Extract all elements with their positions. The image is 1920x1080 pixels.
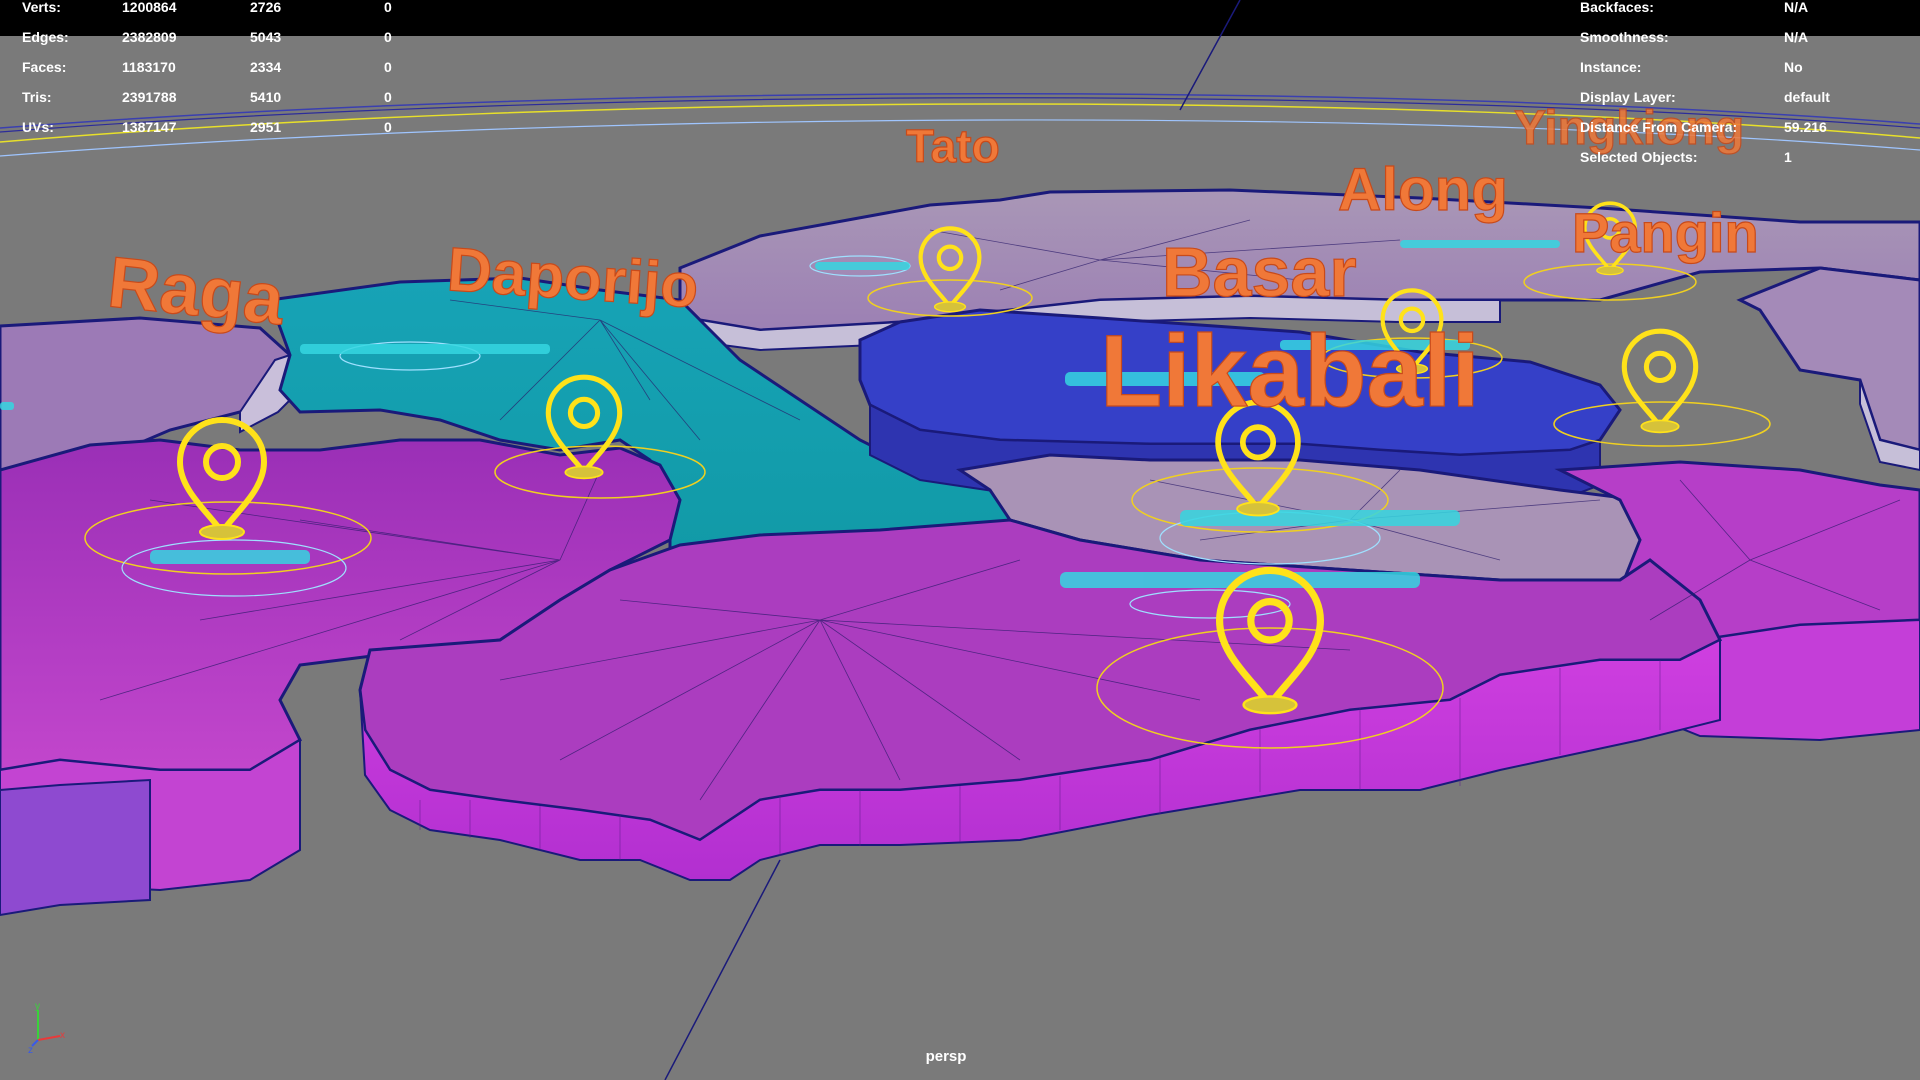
- hud-stat-value: 0: [384, 119, 392, 135]
- hud-stat-row: UVs: 1387147 2951 0: [22, 112, 444, 142]
- hud-info-label: Selected Objects:: [1580, 149, 1698, 165]
- hud-info-value: No: [1784, 59, 1803, 75]
- place-label: Basar: [1162, 233, 1357, 311]
- hud-stat-row: Edges: 2382809 5043 0: [22, 22, 444, 52]
- hud-info-value: 59.216: [1784, 119, 1827, 135]
- hud-info-row: Smoothness: N/A: [1580, 22, 1904, 52]
- hud-stat-row: Verts: 1200864 2726 0: [22, 0, 444, 22]
- hud-stat-value: 2726: [250, 0, 282, 15]
- hud-stat-label: Tris:: [22, 89, 52, 105]
- hud-stat-label: UVs:: [22, 119, 54, 135]
- maya-viewport[interactable]: Tato Yingkiong Along Raga Daporijo Basar…: [0, 0, 1920, 1080]
- hud-stat-value: 2391788: [122, 89, 177, 105]
- hud-info-row: Backfaces: N/A: [1580, 0, 1904, 22]
- hud-object-details: Backfaces: N/A Smoothness: N/A Instance: No Di…: [1580, 0, 1904, 172]
- hud-info-label: Smoothness:: [1580, 29, 1669, 45]
- place-label: Pangin: [1572, 201, 1759, 264]
- hud-stat-value: 1183170: [122, 59, 176, 75]
- hud-stat-value: 5043: [250, 29, 282, 45]
- hud-stat-value: 1387147: [122, 119, 177, 135]
- hud-stat-value: 2382809: [122, 29, 177, 45]
- place-label: Likabali: [1100, 314, 1480, 428]
- svg-text:y: y: [35, 1001, 40, 1012]
- hud-info-value: default: [1784, 89, 1830, 105]
- hud-stat-value: 0: [384, 29, 392, 45]
- hud-info-row: Instance: No: [1580, 52, 1904, 82]
- place-label: Tato: [906, 120, 1000, 172]
- hud-stat-label: Edges:: [22, 29, 69, 45]
- hud-stat-row: Faces: 1183170 2334 0: [22, 52, 444, 82]
- hud-info-row: Selected Objects: 1: [1580, 142, 1904, 172]
- hud-stat-value: 0: [384, 89, 392, 105]
- hud-info-value: 1: [1784, 149, 1792, 165]
- hud-stat-value: 0: [384, 0, 392, 15]
- hud-info-label: Instance:: [1580, 59, 1642, 75]
- hud-stat-value: 2951: [250, 119, 282, 135]
- hud-stat-row: Tris: 2391788 5410 0: [22, 82, 444, 112]
- hud-info-row: Display Layer: default: [1580, 82, 1904, 112]
- camera-name-label: persp: [925, 1048, 967, 1065]
- hud-info-row: Distance From Camera: 59.216: [1580, 112, 1904, 142]
- hud-info-label: Backfaces:: [1580, 0, 1654, 15]
- hud-poly-count: Verts: 1200864 2726 0 Edges: 2382809 5043 0 Face…: [22, 0, 444, 142]
- hud-stat-label: Verts:: [22, 0, 61, 15]
- svg-text:x: x: [60, 1030, 65, 1041]
- hud-stat-label: Faces:: [22, 59, 67, 75]
- hud-info-value: N/A: [1784, 29, 1809, 45]
- hud-stat-value: 1200864: [122, 0, 177, 15]
- view-axis-icon: y x z: [28, 1001, 65, 1055]
- hud-info-label: Display Layer:: [1580, 89, 1676, 105]
- hud-info-label: Distance From Camera:: [1580, 119, 1738, 135]
- hud-stat-value: 5410: [250, 89, 282, 105]
- hud-stat-value: 2334: [250, 59, 282, 75]
- place-label: Along: [1338, 156, 1508, 223]
- hud-stat-value: 0: [384, 59, 392, 75]
- hud-info-value: N/A: [1784, 0, 1809, 15]
